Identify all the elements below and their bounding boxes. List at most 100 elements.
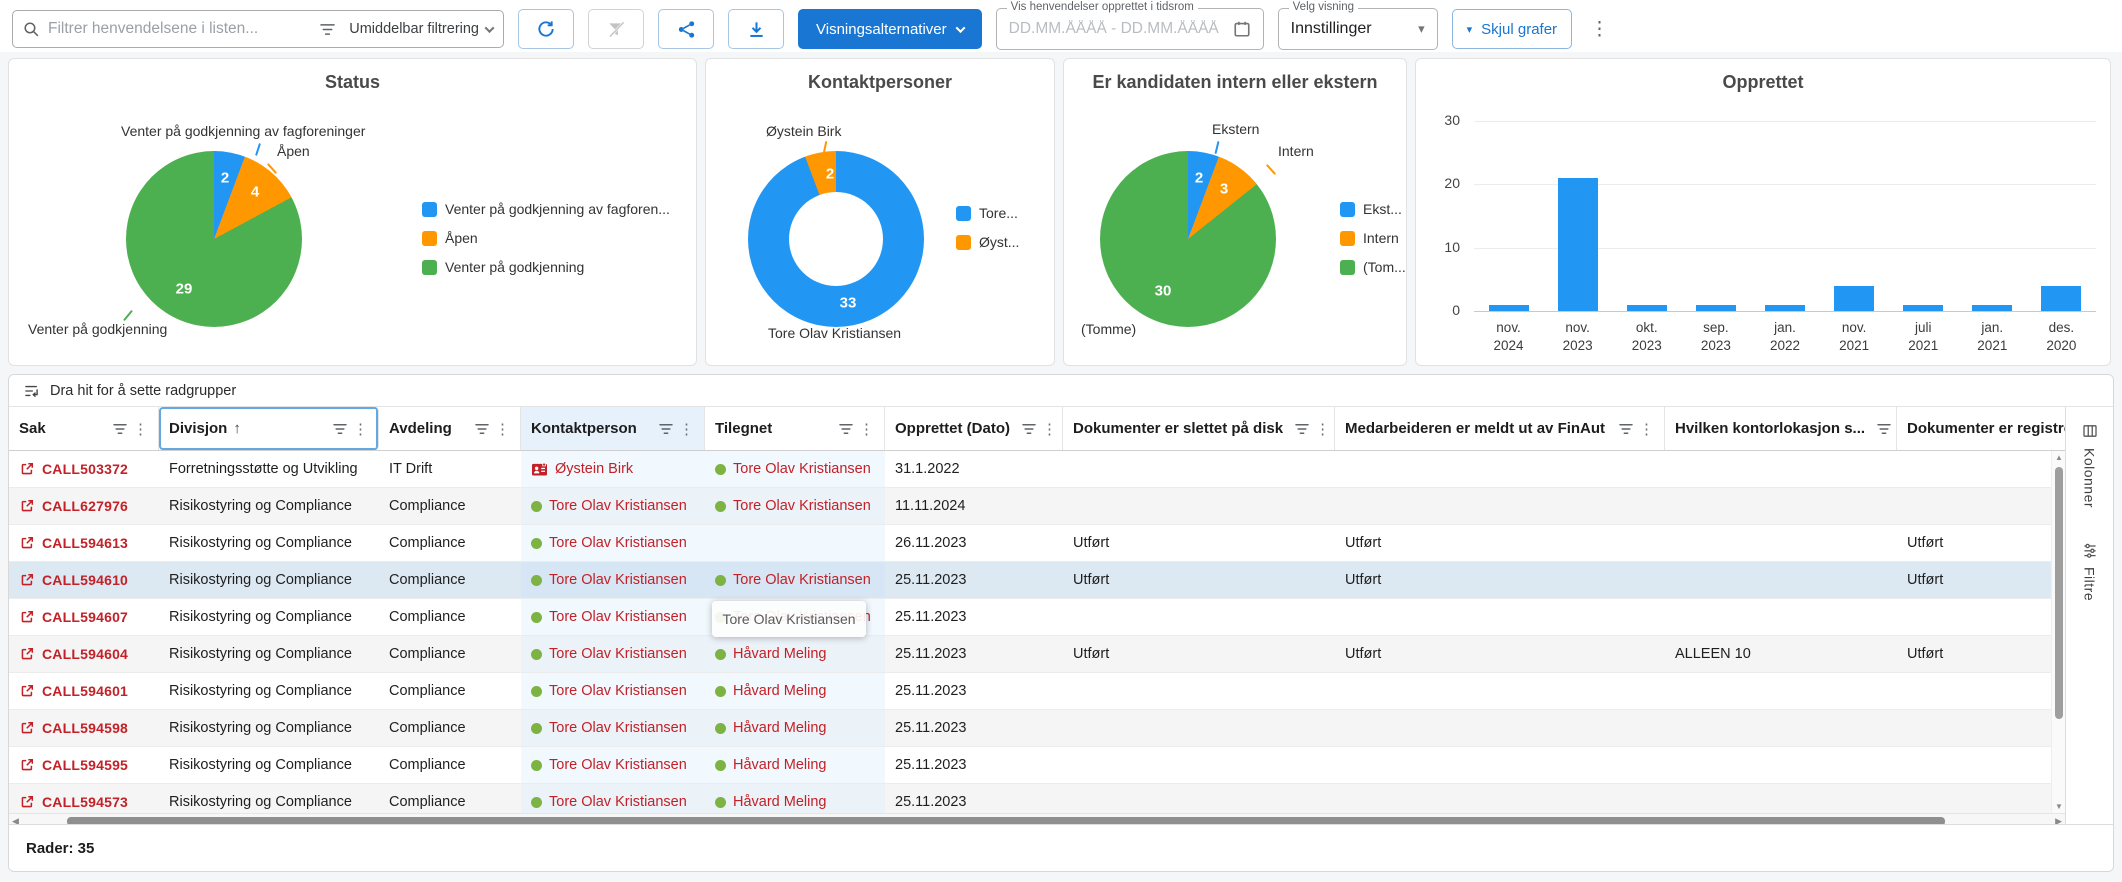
column-header-meldt_ut[interactable]: Medarbeideren er meldt ut av FinAut⋮ xyxy=(1335,407,1665,450)
column-filter-icon[interactable] xyxy=(1877,423,1891,435)
table-row[interactable]: CALL594607Risikostyring og ComplianceCom… xyxy=(9,599,2065,636)
legend-item[interactable]: Øyst... xyxy=(956,234,1019,250)
column-header-opprettet[interactable]: Opprettet (Dato)⋮ xyxy=(885,407,1063,450)
legend-item[interactable]: Intern xyxy=(1340,230,1406,246)
person-link[interactable]: Tore Olav Kristiansen xyxy=(549,720,687,736)
external-link-icon[interactable] xyxy=(19,646,35,662)
person-link[interactable]: Håvard Meling xyxy=(733,683,827,699)
external-link-icon[interactable] xyxy=(19,757,35,773)
instant-filter-dropdown[interactable]: Umiddelbar filtrering xyxy=(343,21,493,37)
bar-nov-2024[interactable] xyxy=(1489,305,1529,311)
bar-jan-2022[interactable] xyxy=(1765,305,1805,311)
column-menu-icon[interactable]: ⋮ xyxy=(859,420,874,438)
bar-jan-2021[interactable] xyxy=(1972,305,2012,311)
date-range-input[interactable] xyxy=(1009,20,1225,38)
person-link[interactable]: Tore Olav Kristiansen xyxy=(549,535,687,551)
calendar-icon[interactable] xyxy=(1233,20,1251,38)
person-link[interactable]: Tore Olav Kristiansen xyxy=(549,572,687,588)
bar-nov-2023[interactable] xyxy=(1558,178,1598,311)
scroll-down-icon[interactable]: ▼ xyxy=(2052,802,2065,811)
person-link[interactable]: Tore Olav Kristiansen xyxy=(549,794,687,810)
case-link[interactable]: CALL594610 xyxy=(42,572,128,588)
bar-sep-2023[interactable] xyxy=(1696,305,1736,311)
column-header-tilegnet[interactable]: Tilegnet⋮ xyxy=(705,407,885,450)
column-header-sak[interactable]: Sak⋮ xyxy=(9,407,159,450)
column-menu-icon[interactable]: ⋮ xyxy=(1315,420,1330,438)
case-link[interactable]: CALL594595 xyxy=(42,757,128,773)
legend-item[interactable]: (Tom... xyxy=(1340,259,1406,275)
external-link-icon[interactable] xyxy=(19,609,35,625)
hide-charts-button[interactable]: ▾ Skjul grafer xyxy=(1452,9,1572,49)
case-link[interactable]: CALL594601 xyxy=(42,683,128,699)
download-button[interactable] xyxy=(728,9,784,49)
search-input[interactable] xyxy=(48,20,312,38)
column-filter-icon[interactable] xyxy=(1619,423,1633,435)
column-menu-icon[interactable]: ⋮ xyxy=(353,420,368,438)
legend-item[interactable]: Åpen xyxy=(422,230,670,246)
person-link[interactable]: Tore Olav Kristiansen xyxy=(733,572,871,588)
share-button[interactable] xyxy=(658,9,714,49)
table-row[interactable]: CALL594595Risikostyring og ComplianceCom… xyxy=(9,747,2065,784)
case-link[interactable]: CALL594573 xyxy=(42,794,128,810)
intern-ekstern-pie-chart[interactable] xyxy=(1100,151,1276,327)
column-filter-icon[interactable] xyxy=(333,423,347,435)
column-header-kontaktperson[interactable]: Kontaktperson⋮ xyxy=(521,407,705,450)
legend-item[interactable]: Venter på godkjenning av fagforen... xyxy=(422,201,670,217)
person-link[interactable]: Tore Olav Kristiansen xyxy=(549,683,687,699)
table-row[interactable]: CALL594573Risikostyring og ComplianceCom… xyxy=(9,784,2065,813)
person-link[interactable]: Tore Olav Kristiansen xyxy=(733,461,871,477)
bar-nov-2021[interactable] xyxy=(1834,286,1874,311)
refresh-button[interactable] xyxy=(518,9,574,49)
person-link[interactable]: Tore Olav Kristiansen xyxy=(549,646,687,662)
row-group-dropzone[interactable]: Dra hit for å sette radgrupper xyxy=(9,375,2113,407)
toolbar-menu-icon[interactable]: ⋮ xyxy=(1586,18,1613,41)
table-row[interactable]: CALL594610Risikostyring og ComplianceCom… xyxy=(9,562,2065,599)
column-filter-icon[interactable] xyxy=(1022,423,1036,435)
external-link-icon[interactable] xyxy=(19,461,35,477)
view-select[interactable]: Velg visning Innstillinger ▾ xyxy=(1278,8,1438,50)
case-link[interactable]: CALL594598 xyxy=(42,720,128,736)
column-menu-icon[interactable]: ⋮ xyxy=(133,420,148,438)
vertical-scroll-thumb[interactable] xyxy=(2055,467,2063,719)
external-link-icon[interactable] xyxy=(19,683,35,699)
table-row[interactable]: CALL627976Risikostyring og ComplianceCom… xyxy=(9,488,2065,525)
legend-item[interactable]: Venter på godkjenning xyxy=(422,259,670,275)
external-link-icon[interactable] xyxy=(19,498,35,514)
column-filter-icon[interactable] xyxy=(1295,423,1309,435)
tab-filtre[interactable]: Filtre xyxy=(2082,542,2098,601)
case-link[interactable]: CALL627976 xyxy=(42,498,128,514)
case-link[interactable]: CALL594607 xyxy=(42,609,128,625)
bar-okt-2023[interactable] xyxy=(1627,305,1667,311)
column-filter-icon[interactable] xyxy=(839,423,853,435)
column-header-divisjon[interactable]: Divisjon↑⋮ xyxy=(159,407,379,450)
table-row[interactable]: CALL594613Risikostyring og ComplianceCom… xyxy=(9,525,2065,562)
person-link[interactable]: Tore Olav Kristiansen xyxy=(549,498,687,514)
table-row[interactable]: CALL594604Risikostyring og ComplianceCom… xyxy=(9,636,2065,673)
table-row[interactable]: CALL594601Risikostyring og ComplianceCom… xyxy=(9,673,2065,710)
case-link[interactable]: CALL594604 xyxy=(42,646,128,662)
bar-juli-2021[interactable] xyxy=(1903,305,1943,311)
external-link-icon[interactable] xyxy=(19,720,35,736)
column-menu-icon[interactable]: ⋮ xyxy=(1042,420,1057,438)
column-header-dok_registrert[interactable]: Dokumenter er registrert i⋮ xyxy=(1897,407,2065,450)
case-link[interactable]: CALL503372 xyxy=(42,461,128,477)
kontaktpersoner-donut-chart[interactable] xyxy=(748,151,924,327)
external-link-icon[interactable] xyxy=(19,535,35,551)
column-menu-icon[interactable]: ⋮ xyxy=(495,420,510,438)
column-header-avdeling[interactable]: Avdeling⋮ xyxy=(379,407,521,450)
column-filter-icon[interactable] xyxy=(659,423,673,435)
column-menu-icon[interactable]: ⋮ xyxy=(1639,420,1654,438)
person-link[interactable]: Håvard Meling xyxy=(733,757,827,773)
person-link[interactable]: Øystein Birk xyxy=(555,461,633,477)
person-link[interactable]: Tore Olav Kristiansen xyxy=(549,757,687,773)
person-link[interactable]: Tore Olav Kristiansen xyxy=(549,609,687,625)
person-link[interactable]: Håvard Meling xyxy=(733,794,827,810)
column-filter-icon[interactable] xyxy=(475,423,489,435)
tab-kolonner[interactable]: Kolonner xyxy=(2082,423,2098,508)
column-header-dok_slettet[interactable]: Dokumenter er slettet på disk⋮ xyxy=(1063,407,1335,450)
external-link-icon[interactable] xyxy=(19,794,35,810)
legend-item[interactable]: Ekst... xyxy=(1340,201,1406,217)
clear-filter-button[interactable] xyxy=(588,9,644,49)
external-link-icon[interactable] xyxy=(19,572,35,588)
legend-item[interactable]: Tore... xyxy=(956,205,1019,221)
